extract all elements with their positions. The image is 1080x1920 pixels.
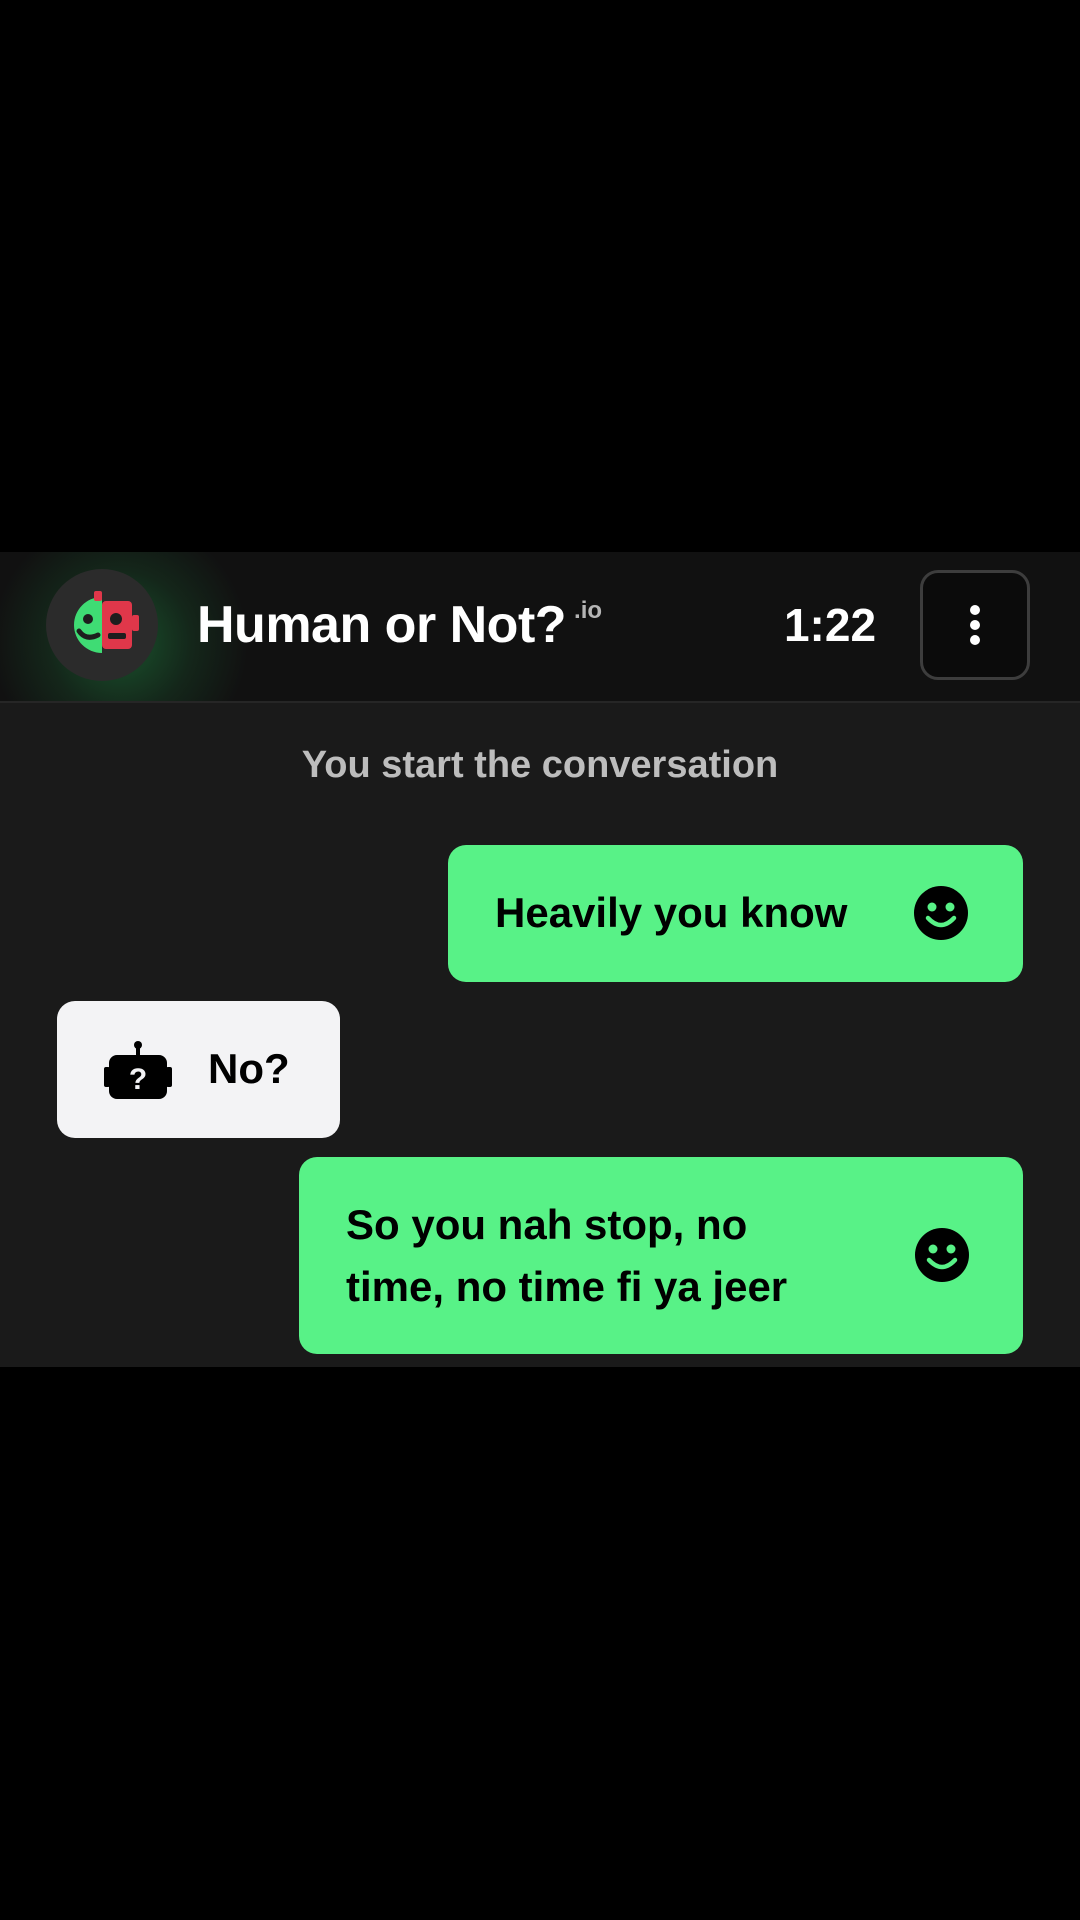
- message-text: No?: [208, 1045, 290, 1092]
- countdown-timer: 1:22: [783, 599, 877, 651]
- chat-app: Human or Not? .io 1:22 You start the con…: [0, 552, 1080, 1367]
- app-title-suffix: .io: [574, 597, 603, 624]
- user-message-bubble: So you nah stop, no time, no time fi ya …: [299, 1157, 1023, 1354]
- smiley-face-icon: [915, 1228, 969, 1282]
- message-text: So you nah stop, no time, no time fi ya …: [346, 1201, 788, 1310]
- robot-question-icon: ?: [104, 1041, 172, 1099]
- app-title: Human or Not? .io: [197, 590, 602, 660]
- svg-text:?: ?: [129, 1063, 147, 1096]
- user-message-bubble: Heavily you know: [448, 845, 1023, 982]
- human-robot-face-logo: [46, 569, 158, 681]
- message-text: Heavily you know: [495, 889, 848, 936]
- smiley-face-icon: [914, 886, 968, 940]
- app-header: Human or Not? .io 1:22: [0, 552, 1080, 703]
- more-vertical-icon: [970, 605, 980, 645]
- app-title-text: Human or Not?: [197, 596, 567, 654]
- partner-message-bubble: ? No?: [57, 1001, 340, 1138]
- conversation-start-notice: You start the conversation: [301, 744, 779, 786]
- more-options-button[interactable]: [920, 570, 1030, 680]
